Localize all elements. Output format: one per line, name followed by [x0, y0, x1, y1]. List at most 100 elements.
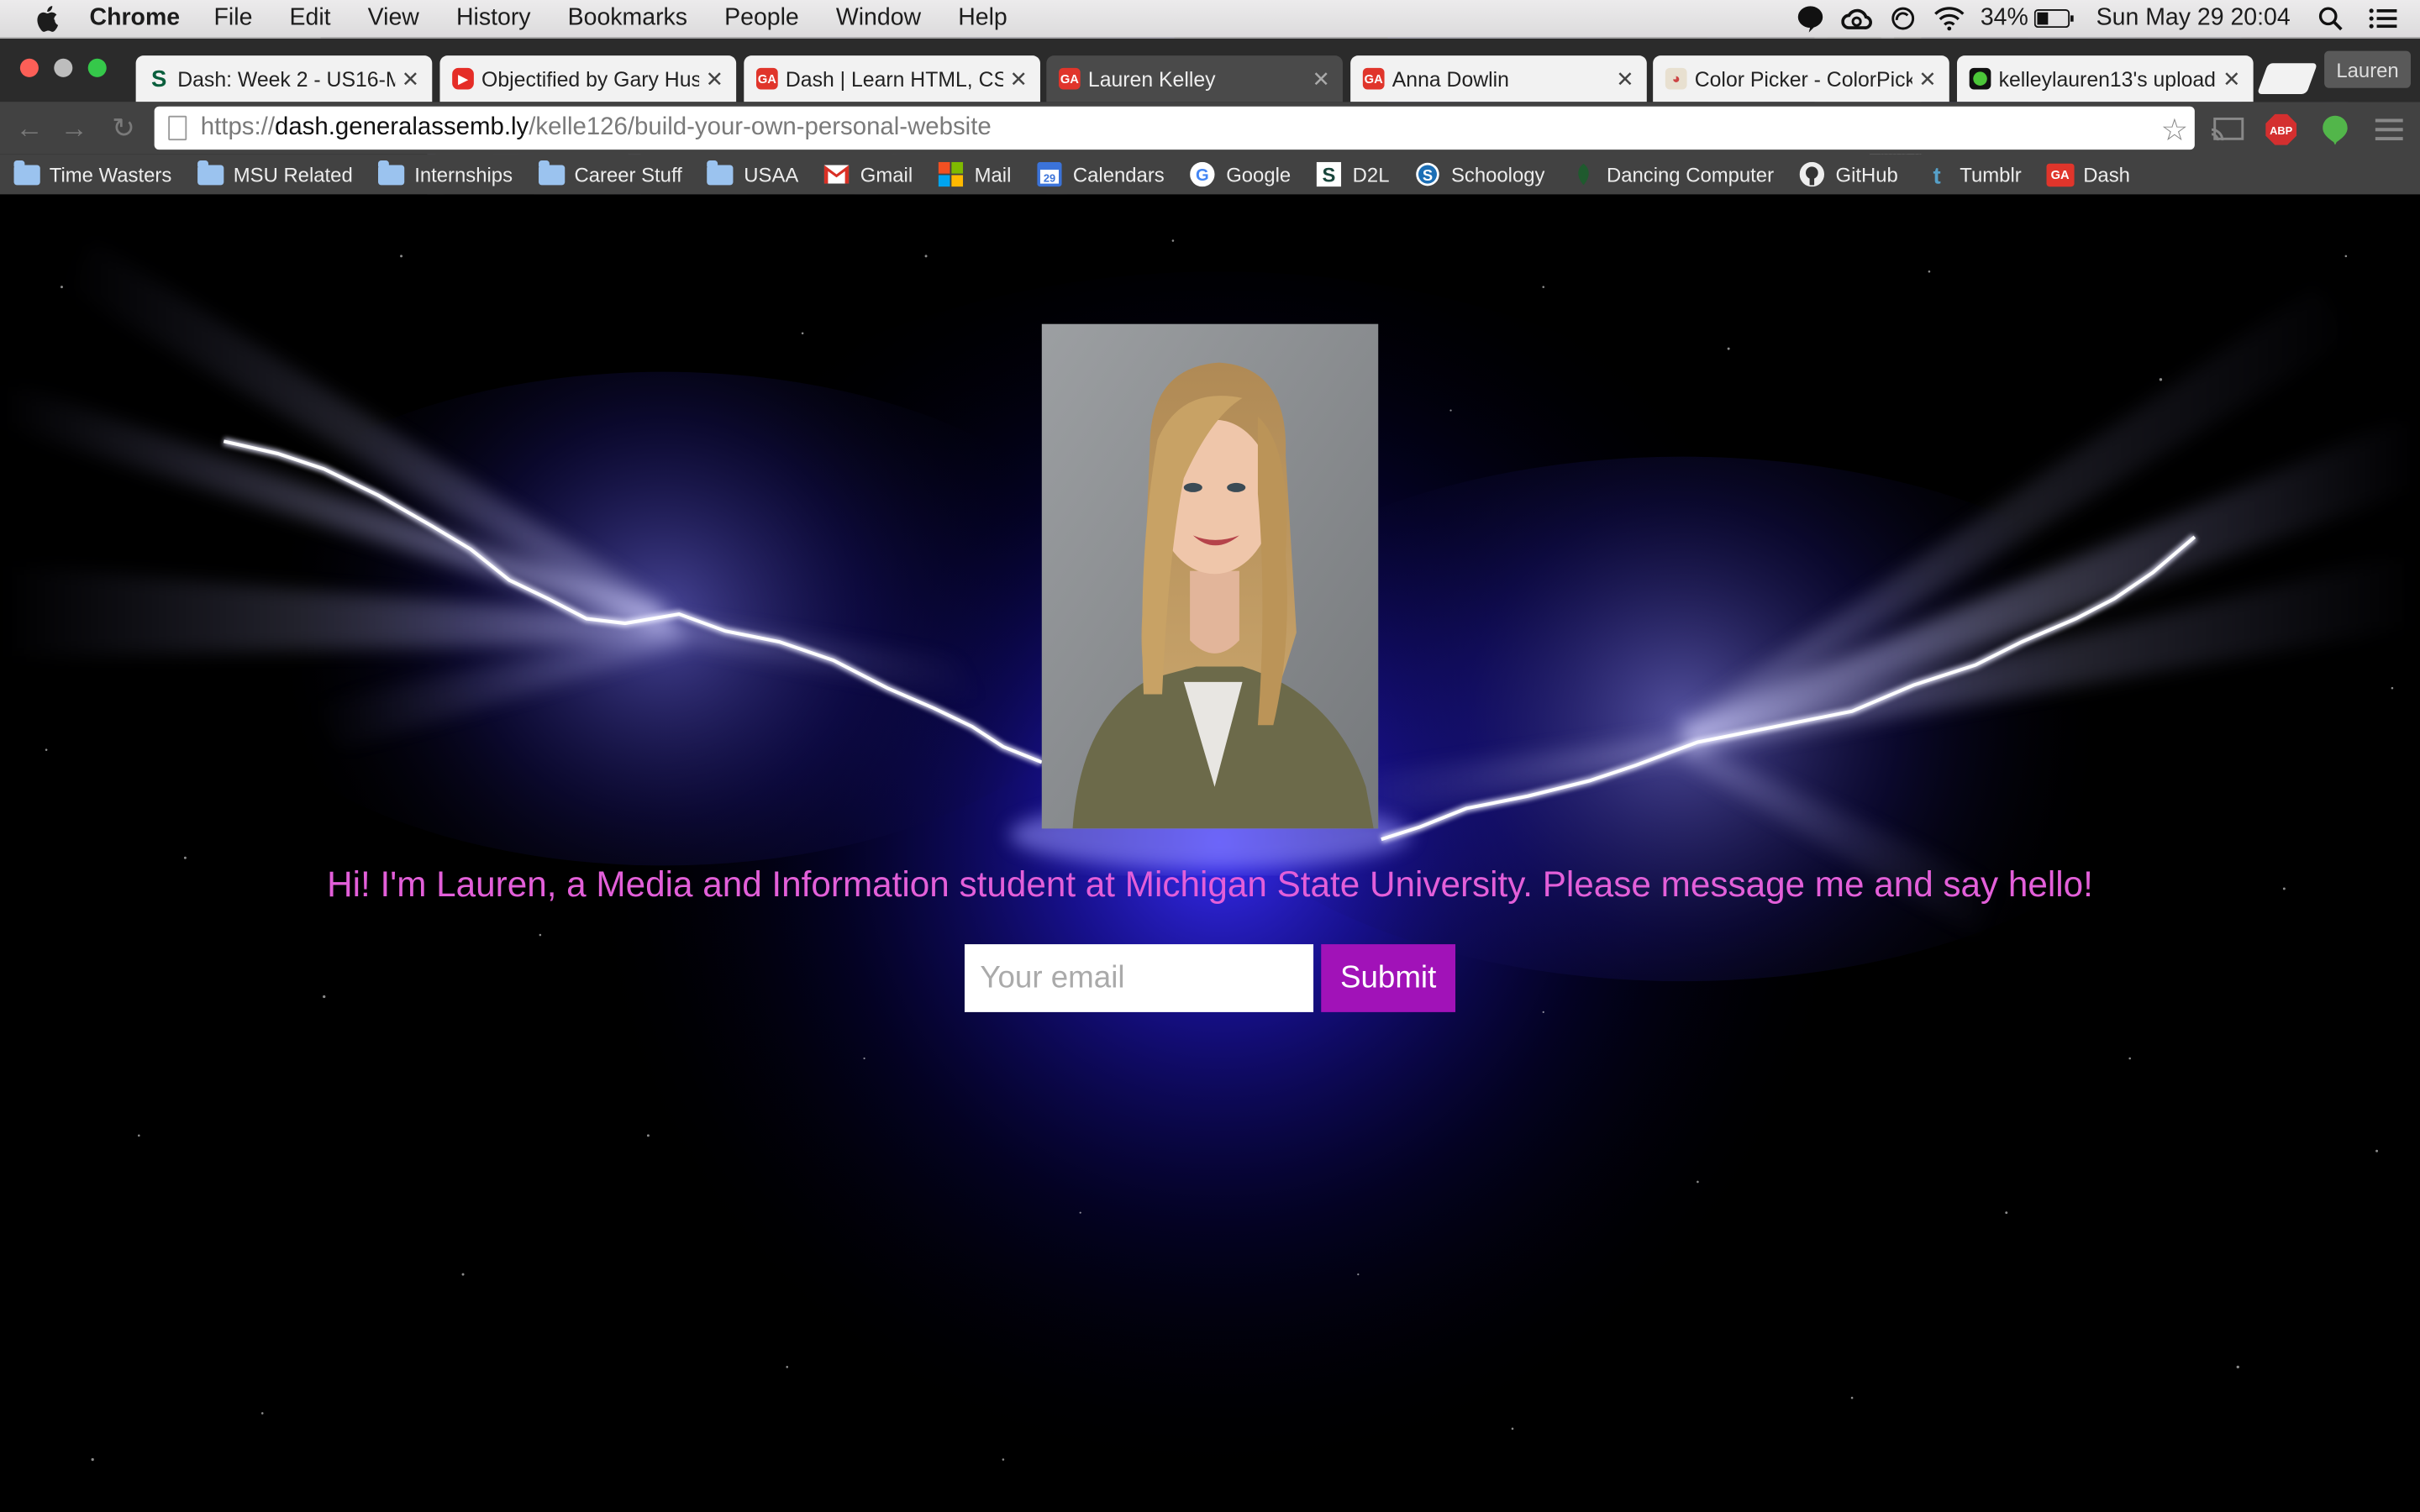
folder-icon: [537, 163, 565, 186]
clock[interactable]: Sun May 29 20:04: [2096, 5, 2291, 33]
tab-objectified[interactable]: ▶ Objectified by Gary Hust ✕: [439, 55, 736, 102]
menu-bookmarks[interactable]: Bookmarks: [568, 5, 687, 33]
bookmark-label: Internships: [414, 163, 513, 186]
github-icon: [1798, 163, 1826, 186]
submit-button[interactable]: Submit: [1321, 944, 1455, 1012]
reload-icon[interactable]: ↻: [108, 113, 139, 144]
profile-button[interactable]: Lauren: [2324, 51, 2411, 88]
tab-close-icon[interactable]: ✕: [2223, 66, 2241, 92]
bookmark-label: Google: [1226, 163, 1291, 186]
bookmark-gmail[interactable]: Gmail: [823, 163, 913, 186]
menu-edit[interactable]: Edit: [290, 5, 331, 33]
new-tab-button[interactable]: [2257, 63, 2317, 94]
tab-anna-dowlin[interactable]: GA Anna Dowlin ✕: [1350, 55, 1647, 102]
bookmark-label: D2L: [1353, 163, 1390, 186]
address-bar[interactable]: https://dash.generalassemb.ly/kelle126/b…: [155, 107, 2195, 150]
creative-cloud-icon[interactable]: [1842, 5, 1873, 33]
tab-close-icon[interactable]: ✕: [1009, 66, 1028, 92]
notification-center-icon[interactable]: [2368, 5, 2399, 33]
bookmark-calendars[interactable]: 29 Calendars: [1036, 163, 1165, 186]
ga-icon: GA: [1363, 68, 1385, 90]
tab-color-picker[interactable]: ◕ Color Picker - ColorPicke ✕: [1653, 55, 1949, 102]
google-icon: G: [1189, 163, 1217, 186]
bookmark-tumblr[interactable]: t Tumblr: [1923, 163, 2021, 186]
folder-icon: [707, 163, 734, 186]
adblock-plus-icon[interactable]: ABP: [2264, 113, 2297, 146]
menu-help[interactable]: Help: [958, 5, 1007, 33]
menu-view[interactable]: View: [368, 5, 419, 33]
spotlight-search-icon[interactable]: [2315, 5, 2346, 33]
ga-icon: GA: [2046, 163, 2074, 186]
bookmark-folder-msu-related[interactable]: MSU Related: [197, 163, 353, 186]
calendar-icon: 29: [1036, 163, 1064, 186]
svg-text:ABP: ABP: [2270, 124, 2293, 137]
bookmark-star-icon[interactable]: ☆: [2161, 111, 2189, 150]
bookmark-schoology[interactable]: S Schoology: [1414, 163, 1545, 186]
bookmark-dancing-computer[interactable]: Dancing Computer: [1570, 163, 1774, 186]
tab-close-icon[interactable]: ✕: [402, 66, 420, 92]
webpage: Hi! I'm Lauren, a Media and Information …: [0, 194, 2420, 1512]
svg-text:G: G: [1197, 166, 1210, 185]
palette-icon: ◕: [1665, 68, 1687, 90]
bookmark-folder-career-stuff[interactable]: Career Stuff: [537, 163, 681, 186]
svg-text:t: t: [1933, 163, 1940, 187]
tab-dash-week2[interactable]: S Dash: Week 2 - US16-M ✕: [136, 55, 433, 102]
bookmark-folder-time-wasters[interactable]: Time Wasters: [13, 163, 172, 186]
screen: Chrome File Edit View History Bookmarks …: [0, 0, 2420, 1512]
tab-title: Objectified by Gary Hust: [481, 67, 699, 91]
tab-title: kelleylauren13's uploade: [1999, 67, 2217, 91]
menu-window[interactable]: Window: [836, 5, 921, 33]
cast-icon[interactable]: [2210, 113, 2244, 146]
chat-bubble-icon[interactable]: [1795, 5, 1826, 33]
window-minimize-button[interactable]: [54, 59, 72, 77]
evernote-icon[interactable]: [2318, 113, 2352, 146]
bookmark-mail[interactable]: Mail: [938, 163, 1012, 186]
tab-title: Lauren Kelley: [1088, 67, 1306, 91]
microsoft-icon: [938, 163, 965, 186]
bookmark-folder-internships[interactable]: Internships: [377, 163, 513, 186]
apple-menu-icon[interactable]: [34, 5, 67, 33]
bookmark-d2l[interactable]: S D2L: [1316, 163, 1390, 186]
profile-photo: [1042, 324, 1378, 829]
bookmark-google[interactable]: G Google: [1189, 163, 1291, 186]
folder-icon: [13, 163, 40, 186]
bookmarks-bar: Time Wasters MSU Related Internships Car…: [0, 155, 2420, 195]
bookmark-folder-usaa[interactable]: USAA: [707, 163, 798, 186]
window-zoom-button[interactable]: [88, 59, 107, 77]
menu-history[interactable]: History: [456, 5, 531, 33]
tab-lauren-kelley[interactable]: GA Lauren Kelley ✕: [1046, 55, 1343, 102]
sync-icon[interactable]: [1888, 5, 1919, 33]
tab-close-icon[interactable]: ✕: [705, 66, 723, 92]
bookmark-label: Career Stuff: [574, 163, 681, 186]
bookmark-label: Schoology: [1451, 163, 1545, 186]
menu-people[interactable]: People: [724, 5, 799, 33]
chrome-menu-icon[interactable]: [2372, 113, 2406, 146]
tab-strip: S Dash: Week 2 - US16-M ✕ ▶ Objectified …: [0, 39, 2420, 102]
menu-file[interactable]: File: [214, 5, 253, 33]
tab-close-icon[interactable]: ✕: [1918, 66, 1937, 92]
msu-s-icon: S: [148, 68, 170, 90]
wifi-icon[interactable]: [1934, 5, 1965, 33]
forward-arrow-icon[interactable]: →: [59, 113, 90, 144]
window-close-button[interactable]: [20, 59, 39, 77]
back-arrow-icon[interactable]: ←: [14, 113, 45, 144]
battery-icon[interactable]: [2034, 5, 2075, 33]
tab-title: Anna Dowlin: [1392, 67, 1610, 91]
tab-close-icon[interactable]: ✕: [1312, 66, 1330, 92]
bookmark-label: Dash: [2083, 163, 2130, 186]
bookmark-label: Calendars: [1073, 163, 1165, 186]
bookmark-label: Gmail: [860, 163, 913, 186]
bookmark-label: Dancing Computer: [1607, 163, 1774, 186]
tab-title: Dash | Learn HTML, CSS: [786, 67, 1003, 91]
tab-close-icon[interactable]: ✕: [1616, 66, 1634, 92]
bookmark-dash[interactable]: GA Dash: [2046, 163, 2130, 186]
schoology-icon: S: [1414, 163, 1442, 186]
email-input[interactable]: [965, 944, 1313, 1012]
tab-kelleylauren13-uploads[interactable]: kelleylauren13's uploade ✕: [1957, 55, 2254, 102]
browser-toolbar: ← → ↻ https://dash.generalassemb.ly/kell…: [0, 102, 2420, 154]
bookmark-label: USAA: [744, 163, 798, 186]
url-path: /kelle126/build-your-own-personal-websit…: [529, 114, 992, 142]
bookmark-github[interactable]: GitHub: [1798, 163, 1897, 186]
menu-app-name[interactable]: Chrome: [90, 5, 181, 33]
tab-dash-learn[interactable]: GA Dash | Learn HTML, CSS ✕: [744, 55, 1040, 102]
